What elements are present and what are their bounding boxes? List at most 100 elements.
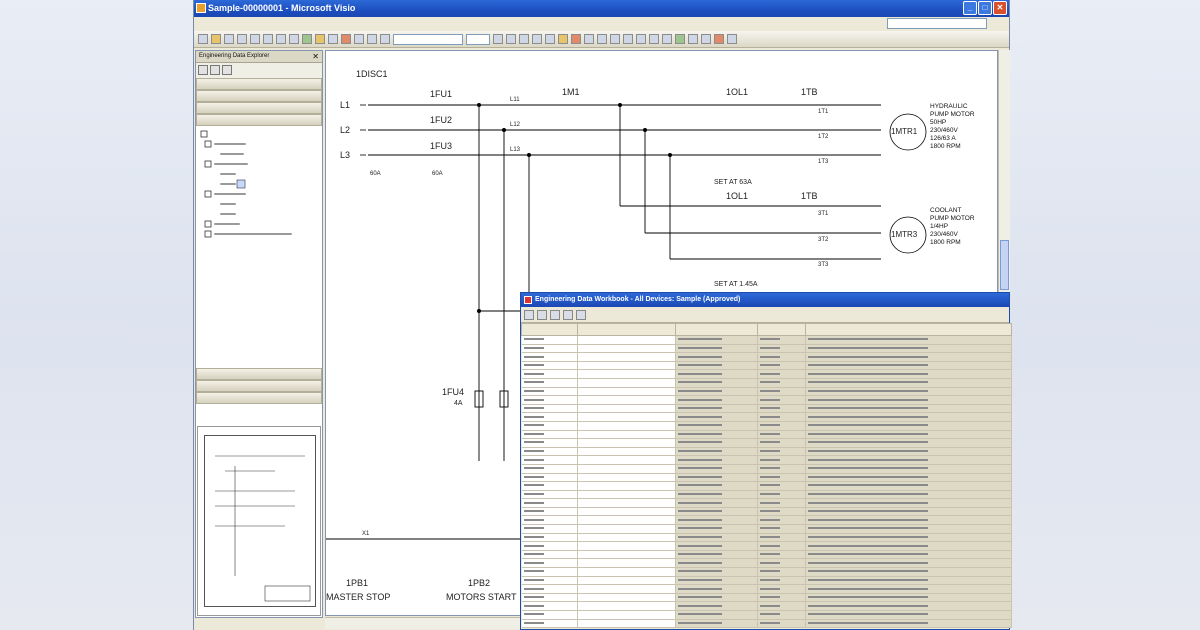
table-cell[interactable] — [757, 533, 806, 543]
table-cell[interactable] — [757, 438, 806, 448]
text-icon[interactable] — [367, 34, 377, 44]
table-row[interactable] — [521, 438, 1012, 448]
table-row[interactable] — [521, 533, 1012, 543]
column-header-0[interactable] — [521, 323, 578, 336]
table-cell[interactable] — [805, 593, 1012, 603]
table-row[interactable] — [521, 447, 1012, 457]
table-cell[interactable] — [757, 395, 806, 405]
table-cell[interactable] — [521, 352, 578, 362]
table-cell[interactable] — [757, 473, 806, 483]
font-size-combo[interactable] — [466, 33, 490, 45]
column-header-4[interactable] — [805, 323, 1012, 336]
table-cell[interactable] — [757, 576, 806, 586]
table-cell[interactable] — [521, 412, 578, 422]
table-cell[interactable] — [521, 558, 578, 569]
grid-icon[interactable] — [524, 310, 534, 320]
table-cell[interactable] — [577, 361, 676, 371]
table-cell[interactable] — [805, 404, 1012, 414]
table-cell[interactable] — [675, 490, 758, 500]
table-cell[interactable] — [521, 507, 578, 517]
table-cell[interactable] — [521, 473, 578, 483]
table-cell[interactable] — [521, 490, 578, 500]
table-cell[interactable] — [521, 515, 578, 526]
table-cell[interactable] — [521, 447, 578, 457]
table-cell[interactable] — [577, 378, 676, 388]
table-cell[interactable] — [675, 387, 758, 397]
explorer-nav-3[interactable] — [196, 114, 322, 126]
table-row[interactable] — [521, 464, 1012, 474]
table-cell[interactable] — [577, 447, 676, 457]
minimize-button[interactable]: _ — [963, 1, 977, 15]
table-cell[interactable] — [675, 507, 758, 517]
properties-icon[interactable] — [222, 65, 232, 75]
table-row[interactable] — [521, 601, 1012, 611]
table-row[interactable] — [521, 455, 1012, 465]
table-cell[interactable] — [805, 541, 1012, 551]
table-cell[interactable] — [805, 584, 1012, 594]
column-header-2[interactable] — [675, 323, 758, 336]
table-cell[interactable] — [577, 335, 676, 345]
table-cell[interactable] — [757, 584, 806, 594]
table-row[interactable] — [521, 558, 1012, 569]
table-cell[interactable] — [675, 404, 758, 414]
pointer-icon[interactable] — [341, 34, 351, 44]
table-row[interactable] — [521, 395, 1012, 405]
table-cell[interactable] — [805, 421, 1012, 431]
table-cell[interactable] — [675, 430, 758, 440]
table-cell[interactable] — [675, 378, 758, 388]
table-cell[interactable] — [577, 498, 676, 508]
table-cell[interactable] — [805, 438, 1012, 448]
table-cell[interactable] — [757, 412, 806, 422]
table-row[interactable] — [521, 541, 1012, 551]
table-cell[interactable] — [675, 412, 758, 422]
tree-view-icon[interactable] — [198, 65, 208, 75]
column-header-1[interactable] — [577, 323, 676, 336]
column-header-3[interactable] — [757, 323, 806, 336]
table-cell[interactable] — [577, 541, 676, 551]
table-cell[interactable] — [521, 361, 578, 371]
table-cell[interactable] — [757, 352, 806, 362]
table-cell[interactable] — [521, 378, 578, 388]
drawing-preview[interactable] — [197, 426, 321, 616]
table-cell[interactable] — [577, 430, 676, 440]
table-cell[interactable] — [805, 378, 1012, 388]
table-cell[interactable] — [577, 404, 676, 414]
table-cell[interactable] — [757, 541, 806, 551]
table-cell[interactable] — [521, 404, 578, 414]
line-ends-icon[interactable] — [636, 34, 646, 44]
table-cell[interactable] — [521, 421, 578, 431]
table-cell[interactable] — [805, 524, 1012, 534]
explorer-nav-1[interactable] — [196, 90, 322, 102]
table-cell[interactable] — [521, 344, 578, 354]
font-color-icon[interactable] — [571, 34, 581, 44]
table-cell[interactable] — [675, 421, 758, 431]
devices-table[interactable] — [521, 323, 1012, 629]
filter-icon[interactable] — [537, 310, 547, 320]
table-row[interactable] — [521, 369, 1012, 379]
table-row[interactable] — [521, 490, 1012, 500]
font-combo[interactable] — [393, 33, 463, 45]
table-row[interactable] — [521, 352, 1012, 362]
explorer-nav-bottom-1[interactable] — [196, 380, 322, 392]
table-cell[interactable] — [577, 344, 676, 354]
table-cell[interactable] — [757, 558, 806, 569]
line-weight-icon[interactable] — [610, 34, 620, 44]
table-cell[interactable] — [521, 533, 578, 543]
table-cell[interactable] — [805, 361, 1012, 371]
paste-icon[interactable] — [289, 34, 299, 44]
table-cell[interactable] — [675, 447, 758, 457]
table-cell[interactable] — [521, 593, 578, 603]
table-cell[interactable] — [521, 335, 578, 345]
table-cell[interactable] — [675, 498, 758, 508]
table-cell[interactable] — [675, 464, 758, 474]
table-row[interactable] — [521, 584, 1012, 594]
table-cell[interactable] — [577, 550, 676, 560]
table-cell[interactable] — [521, 481, 578, 491]
export-icon[interactable] — [563, 310, 573, 320]
table-cell[interactable] — [577, 567, 676, 577]
table-cell[interactable] — [577, 421, 676, 431]
table-cell[interactable] — [757, 335, 806, 345]
refresh-icon[interactable] — [576, 310, 586, 320]
table-cell[interactable] — [805, 395, 1012, 405]
table-row[interactable] — [521, 576, 1012, 586]
